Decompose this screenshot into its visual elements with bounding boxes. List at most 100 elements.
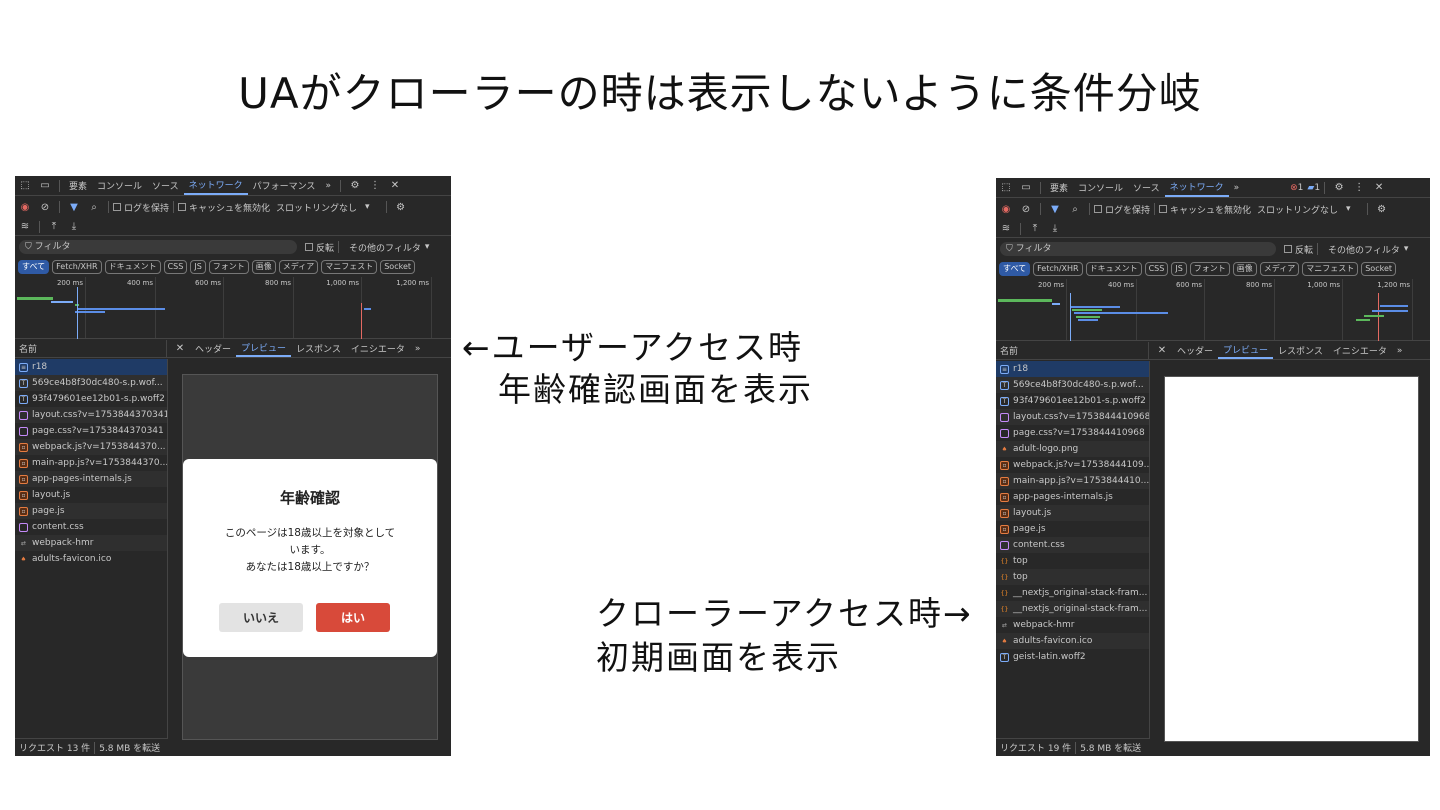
request-row[interactable]: ⇄ webpack-hmr (15, 535, 167, 551)
request-row[interactable]: Tgeist-latin.woff2 (996, 649, 1149, 665)
request-row[interactable]: ▫ webpack.js?v=17538444109... (996, 457, 1149, 473)
chevron-down-icon[interactable]: ▾ (1346, 204, 1351, 214)
preserve-log-checkbox[interactable] (1094, 205, 1102, 213)
chevron-down-icon[interactable]: ▾ (1404, 244, 1409, 254)
request-row[interactable]: layout.css?v=1753844410968 (996, 409, 1149, 425)
chip-manifest[interactable]: マニフェスト (321, 260, 378, 274)
chip-img[interactable]: 画像 (251, 260, 276, 274)
detail-tab-initiator[interactable]: イニシエータ (346, 340, 410, 357)
more-tabs-icon[interactable]: » (1229, 178, 1245, 197)
chip-socket[interactable]: Socket (380, 260, 415, 274)
request-row[interactable]: content.css (996, 537, 1149, 553)
chevron-down-icon[interactable]: ▾ (425, 242, 430, 252)
tab-performance[interactable]: パフォーマンス (248, 176, 321, 195)
network-settings-icon[interactable]: ⚙ (1375, 204, 1389, 215)
close-detail-icon[interactable]: ✕ (173, 343, 187, 354)
chip-fetch[interactable]: Fetch/XHR (1033, 262, 1083, 276)
upload-icon[interactable]: ⤒ (47, 221, 61, 232)
request-row[interactable]: T 569ce4b8f30dc480-s.p.wof... (996, 377, 1149, 393)
tab-network[interactable]: ネットワーク (1164, 178, 1229, 197)
search-icon[interactable]: ⌕ (1068, 204, 1082, 215)
upload-icon[interactable]: ⤒ (1028, 223, 1042, 234)
invert-checkbox[interactable] (305, 243, 313, 251)
request-row[interactable]: ▫ page.js (996, 521, 1149, 537)
timeline-overview[interactable]: 200 ms 400 ms 600 ms 800 ms 1,000 ms 1,2… (996, 279, 1430, 341)
chip-manifest[interactable]: マニフェスト (1302, 262, 1359, 276)
detail-tab-response[interactable]: レスポンス (291, 340, 346, 357)
network-settings-icon[interactable]: ⚙ (394, 202, 408, 213)
filter-input[interactable]: ⛉ フィルタ (19, 240, 297, 254)
request-row[interactable]: ▫ layout.js (15, 487, 167, 503)
detail-tab-headers[interactable]: ヘッダー (1172, 342, 1218, 359)
name-column-header[interactable]: 名前 (15, 340, 167, 357)
tab-elements[interactable]: 要素 (1045, 178, 1073, 197)
disable-cache-checkbox[interactable] (178, 203, 187, 211)
request-row[interactable]: ♠ adult-logo.png (996, 441, 1149, 457)
record-icon[interactable]: ◉ (18, 202, 32, 213)
chip-doc[interactable]: ドキュメント (1085, 262, 1142, 276)
request-row[interactable]: ▫ app-pages-internals.js (996, 489, 1149, 505)
detail-tab-headers[interactable]: ヘッダー (190, 340, 236, 357)
disable-cache-checkbox[interactable] (1159, 205, 1168, 213)
error-icon[interactable]: ⊗ (1290, 183, 1298, 193)
kebab-menu-icon[interactable]: ⋮ (1352, 182, 1366, 193)
close-icon[interactable]: ✕ (1372, 182, 1386, 193)
chip-doc[interactable]: ドキュメント (104, 260, 161, 274)
record-icon[interactable]: ◉ (999, 204, 1013, 215)
detail-tab-response[interactable]: レスポンス (1273, 342, 1328, 359)
request-row[interactable]: page.css?v=1753844410968 (996, 425, 1149, 441)
kebab-menu-icon[interactable]: ⋮ (368, 180, 382, 191)
yes-button[interactable]: はい (316, 603, 390, 632)
throttle-select[interactable]: スロットリングなし (276, 201, 357, 214)
message-icon[interactable]: ▰ (1307, 183, 1314, 193)
inspect-icon[interactable]: ⬚ (999, 182, 1013, 193)
clear-icon[interactable]: ⊘ (38, 202, 52, 213)
close-icon[interactable]: ✕ (388, 180, 402, 191)
request-row[interactable]: ⇄ webpack-hmr (996, 617, 1149, 633)
chip-js[interactable]: JS (190, 260, 206, 274)
request-row[interactable]: ▫ webpack.js?v=1753844370... (15, 439, 167, 455)
wifi-icon[interactable]: ≋ (999, 223, 1013, 234)
chip-fetch[interactable]: Fetch/XHR (52, 260, 102, 274)
inspect-icon[interactable]: ⬚ (18, 180, 32, 191)
request-row[interactable]: page.css?v=1753844370341 (15, 423, 167, 439)
request-row[interactable]: content.css (15, 519, 167, 535)
chip-media[interactable]: メディア (278, 260, 319, 274)
tab-console[interactable]: コンソール (1073, 178, 1128, 197)
device-toolbar-icon[interactable]: ▭ (38, 180, 52, 191)
request-row[interactable]: ≡ r18 (996, 361, 1149, 377)
settings-icon[interactable]: ⚙ (348, 180, 362, 191)
download-icon[interactable]: ⤓ (1048, 223, 1062, 234)
chip-all[interactable]: すべて (999, 262, 1031, 276)
chip-img[interactable]: 画像 (1232, 262, 1257, 276)
device-toolbar-icon[interactable]: ▭ (1019, 182, 1033, 193)
clear-icon[interactable]: ⊘ (1019, 204, 1033, 215)
tab-console[interactable]: コンソール (92, 176, 147, 195)
chip-js[interactable]: JS (1171, 262, 1187, 276)
request-row[interactable]: {} top (996, 569, 1149, 585)
request-row[interactable]: {} __nextjs_original-stack-fram... (996, 585, 1149, 601)
request-row[interactable]: ♠ adults-favicon.ico (15, 551, 167, 567)
request-row[interactable]: T 569ce4b8f30dc480-s.p.wof... (15, 375, 167, 391)
detail-tab-initiator[interactable]: イニシエータ (1328, 342, 1392, 359)
request-row[interactable]: {} __nextjs_original-stack-fram... (996, 601, 1149, 617)
chip-all[interactable]: すべて (18, 260, 50, 274)
detail-tab-preview[interactable]: プレビュー (236, 340, 292, 357)
tab-elements[interactable]: 要素 (64, 176, 92, 195)
tab-network[interactable]: ネットワーク (183, 176, 248, 195)
request-row[interactable]: ♠ adults-favicon.ico (996, 633, 1149, 649)
detail-tab-preview[interactable]: プレビュー (1218, 342, 1274, 359)
throttle-select[interactable]: スロットリングなし (1257, 203, 1338, 216)
timeline-overview[interactable]: 200 ms 400 ms 600 ms 800 ms 1,000 ms 1,2… (15, 277, 451, 339)
other-filters-dropdown[interactable]: その他のフィルタ (1328, 243, 1400, 256)
request-row[interactable]: ▫ layout.js (996, 505, 1149, 521)
request-row[interactable]: ▫ main-app.js?v=1753844410... (996, 473, 1149, 489)
chip-css[interactable]: CSS (1144, 262, 1169, 276)
name-column-header[interactable]: 名前 (996, 342, 1149, 359)
filter-icon[interactable]: ▼ (67, 202, 81, 213)
tab-sources[interactable]: ソース (147, 176, 184, 195)
request-row[interactable]: layout.css?v=1753844370341 (15, 407, 167, 423)
request-row[interactable]: {} top (996, 553, 1149, 569)
tab-sources[interactable]: ソース (1128, 178, 1165, 197)
download-icon[interactable]: ⤓ (67, 221, 81, 232)
